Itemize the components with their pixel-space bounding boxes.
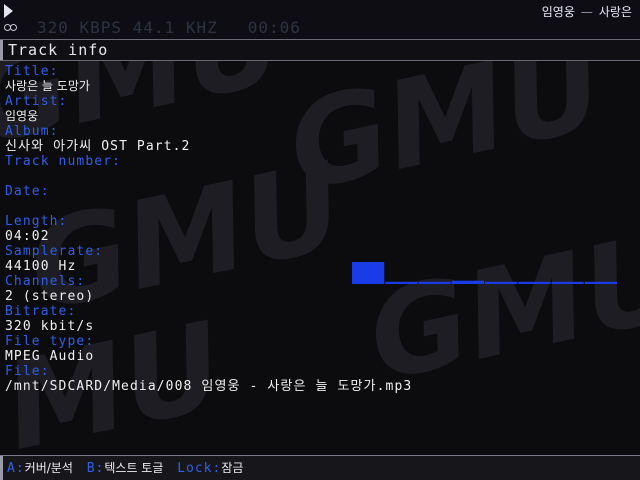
button-hints: A:커버/분석 B:텍스트 토글 Lock:잠금 [7,459,249,476]
footer-accent [0,456,3,480]
lcd-display: 320 KBPS 44.1 KHZ 00:06 [37,18,301,37]
track-info-list: Title: 사랑은 늘 도망가 Artist: 임영웅 Album: 신사와 … [5,64,412,394]
now-playing-separator: — [580,5,593,19]
file-type-label: File type: [5,334,95,349]
header-accent [0,40,3,60]
now-playing-artist: 임영웅 [541,5,575,19]
album-value: 신사와 아가씨 OST Part.2 [5,139,412,154]
album-text: 신사와 아가씨 OST Part.2 [5,139,191,154]
artist-value: 임영웅 [5,109,39,123]
player-screen: GMU GMU GMU GMU GMU 320 KBPS 44.1 KHZ 00:… [0,0,640,480]
bitrate-value: 320 kbit/s [5,319,95,334]
spectrum-bar [485,281,518,284]
date-label: Date: [5,184,50,199]
samplerate-label: Samplerate: [5,244,104,259]
hint-key-a[interactable]: A: [7,461,25,476]
track-number-label: Track number: [5,154,122,169]
date-value [5,199,412,214]
spectrum-bar [518,281,551,284]
hint-key-b[interactable]: B: [87,461,105,476]
now-playing-title: 사랑은 [598,5,632,19]
title-label: Title: [5,64,59,79]
spectrum-bar [418,281,451,284]
spectrum-bar [451,280,484,284]
title-value: 사랑은 늘 도망가 [5,79,90,93]
status-bar: 320 KBPS 44.1 KHZ 00:06 임영웅 — 사랑은 [0,0,640,38]
page-title: Track info [8,41,109,59]
footer-bar: A:커버/분석 B:텍스트 토글 Lock:잠금 [0,455,640,480]
channels-value: 2 (stereo) [5,289,95,304]
file-value: /mnt/SDCARD/Media/008 임영웅 - 사랑은 늘 도망가.mp… [5,379,413,394]
file-label: File: [5,364,50,379]
spectrum-bar [584,281,617,284]
stereo-icon [4,24,20,32]
file-type-value: MPEG Audio [5,349,95,364]
elapsed-time: 00:06 [247,18,301,37]
spectrum-bar [352,262,385,284]
length-label: Length: [5,214,68,229]
spectrum-analyzer [352,262,617,284]
bitrate-readout: 320 KBPS 44.1 KHZ [37,18,218,37]
header-bar: Track info [0,39,640,61]
play-icon [4,4,13,18]
hint-action-b: 텍스트 토글 [104,461,164,475]
length-value: 04:02 [5,229,50,244]
spectrum-bar [385,281,418,284]
hint-key-lock[interactable]: Lock: [177,461,221,476]
hint-action-a: 커버/분석 [24,461,73,475]
album-label: Album: [5,124,59,139]
bitrate-label: Bitrate: [5,304,77,319]
spectrum-bar [551,281,584,284]
hint-action-lock: 잠금 [221,461,244,475]
artist-label: Artist: [5,94,68,109]
now-playing: 임영웅 — 사랑은 [542,3,632,20]
track-number-value [5,169,412,184]
